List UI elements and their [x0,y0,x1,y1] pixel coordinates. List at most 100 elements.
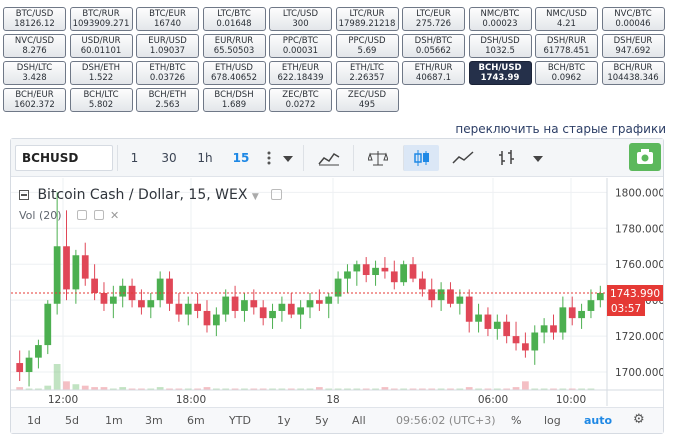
range-5y[interactable]: 5y [315,414,329,427]
volume-bar [63,381,70,390]
pair-button-eth-eur[interactable]: ETH/EUR 622.18439 [269,61,332,85]
pairs-grid: BTC/USD 18126.12 BTC/RUR 1093909.271 BTC/EUR… [0,0,674,120]
candle-body [25,357,33,373]
pair-button-eth-usd[interactable]: ETH/USD 678.40652 [202,61,266,85]
pair-button-dsh-rur[interactable]: DSH/RUR 61778.451 [535,34,598,58]
pair-button-bch-usd[interactable]: BCH/USD 1743.99 [468,61,532,85]
log-toggle[interactable]: log [544,414,561,427]
interval-dropdown-icon[interactable] [279,145,297,171]
pair-button-btc-eur[interactable]: BTC/EUR 16740 [136,7,199,31]
switch-to-old-charts-link[interactable]: переключить на старые графики [455,122,666,136]
pair-button-usd-rur[interactable]: USD/RUR 60.01101 [69,34,133,58]
bars-icon[interactable] [487,145,527,171]
compare-icon[interactable] [353,145,401,171]
pair-button-ltc-rur[interactable]: LTC/RUR 17989.21218 [335,7,399,31]
range-6m[interactable]: 6m [187,414,205,427]
pair-button-bch-eur[interactable]: BCH/EUR 1602.372 [3,88,66,112]
chart-legend-title[interactable]: Bitcoin Cash / Dollar, 15, WEX ▼ [19,187,283,203]
range-1m[interactable]: 1m [105,414,123,427]
title-dropdown-icon[interactable]: ▼ [252,192,259,202]
volume-remove-icon[interactable]: ✕ [110,209,119,222]
range-5d[interactable]: 5d [65,414,79,427]
candles-icon[interactable] [403,145,439,171]
symbol-search-input[interactable]: BCHUSD [15,145,113,171]
interval-button-30[interactable]: 30 [151,145,187,171]
pair-button-eur-usd[interactable]: EUR/USD 1.09037 [136,34,199,58]
pair-button-ltc-btc[interactable]: LTC/BTC 0.01648 [202,7,266,31]
pair-button-dsh-btc[interactable]: DSH/BTC 0.05662 [402,34,465,58]
range-all[interactable]: All [352,414,366,427]
pair-button-zec-btc[interactable]: ZEC/BTC 0.0272 [269,88,332,112]
pair-name: EUR/USD [148,36,187,46]
pair-button-nvc-btc[interactable]: NVC/BTC 0.00046 [601,7,665,31]
range-ytd[interactable]: YTD [229,414,251,427]
camera-icon[interactable] [629,143,661,171]
collapse-legend-icon[interactable] [19,190,29,200]
pair-button-dsh-eur[interactable]: DSH/EUR 947.692 [601,34,665,58]
pair-button-nmc-btc[interactable]: NMC/BTC 0.00023 [468,7,532,31]
pair-button-ltc-usd[interactable]: LTC/USD 300 [269,7,332,31]
pair-button-dsh-ltc[interactable]: DSH/LTC 3.428 [3,61,66,85]
pair-button-bch-rur[interactable]: BCH/RUR 104438.346 [601,61,665,85]
pair-price: 0.03726 [149,73,186,83]
pair-button-nvc-usd[interactable]: NVC/USD 8.276 [3,34,66,58]
candle-body [465,296,473,322]
volume-bar [44,385,52,390]
pair-button-dsh-eth[interactable]: DSH/ETH 1.522 [69,61,133,85]
pair-price: 2.563 [155,100,180,110]
pair-button-eth-rur[interactable]: ETH/RUR 40687.1 [402,61,465,85]
pair-button-eth-btc[interactable]: ETH/BTC 0.03726 [136,61,199,85]
pair-button-ppc-btc[interactable]: PPC/BTC 0.00031 [269,34,332,58]
pair-button-btc-usd[interactable]: BTC/USD 18126.12 [3,7,66,31]
candle-body [512,336,520,344]
visibility-icon[interactable] [271,189,283,200]
range-3m[interactable]: 3m [145,414,163,427]
candle-body [456,296,464,304]
pair-price: 0.00031 [282,46,319,56]
volume-legend[interactable]: Vol (20) ✕ [19,209,119,222]
candle-body [353,264,361,272]
candle-body [447,289,454,304]
range-1y[interactable]: 1y [277,414,291,427]
price-tick-label: 1720.000 [615,331,663,343]
volume-visibility-icon[interactable] [77,210,88,220]
pair-name: ETH/LTC [349,63,384,73]
pair-button-bch-dsh[interactable]: BCH/DSH 1.689 [202,88,266,112]
interval-button-15[interactable]: 15 [223,145,259,171]
range-1d[interactable]: 1d [27,414,41,427]
pair-button-ppc-usd[interactable]: PPC/USD 5.69 [335,34,399,58]
pair-price: 1.689 [221,100,247,110]
settings-gear-icon[interactable]: ⚙ [633,412,645,427]
candle-body [578,310,585,319]
pair-button-eur-rur[interactable]: EUR/RUR 65.50503 [202,34,266,58]
pair-button-bch-ltc[interactable]: BCH/LTC 5.802 [69,88,133,112]
time-tick-label: 12:00 [48,394,78,406]
pair-button-dsh-usd[interactable]: DSH/USD 1032.5 [468,34,532,58]
interval-button-1h[interactable]: 1h [187,145,223,171]
percent-toggle[interactable]: % [511,414,521,427]
pair-button-bch-btc[interactable]: BCH/BTC 0.0962 [535,61,598,85]
candle-body [484,314,492,329]
interval-button-1[interactable]: 1 [117,145,151,171]
pair-price: 0.0962 [551,73,582,83]
more-vert-icon[interactable] [261,145,277,171]
price-tick-label: 1700.000 [615,367,663,379]
line-chart-icon[interactable] [443,145,483,171]
pair-button-zec-usd[interactable]: ZEC/USD 495 [335,88,399,112]
auto-toggle[interactable]: auto [584,414,612,427]
indicators-icon[interactable] [303,145,353,171]
pair-price: 1.522 [88,73,114,83]
clock-utc[interactable]: 09:56:02 (UTC+3) [396,414,496,427]
pair-price: 300 [292,19,309,29]
candle-body [203,310,211,326]
candle-body [390,271,398,283]
chart-type-dropdown-icon[interactable] [529,145,547,171]
candle-body [400,264,408,283]
pair-button-nmc-usd[interactable]: NMC/USD 4.21 [535,7,598,31]
candle-body [269,310,276,319]
pair-button-bch-eth[interactable]: BCH/ETH 2.563 [136,88,199,112]
pair-button-eth-ltc[interactable]: ETH/LTC 2.26357 [335,61,399,85]
pair-button-btc-rur[interactable]: BTC/RUR 1093909.271 [69,7,133,31]
pair-button-ltc-eur[interactable]: LTC/EUR 275.726 [402,7,465,31]
volume-settings-icon[interactable] [93,210,104,220]
